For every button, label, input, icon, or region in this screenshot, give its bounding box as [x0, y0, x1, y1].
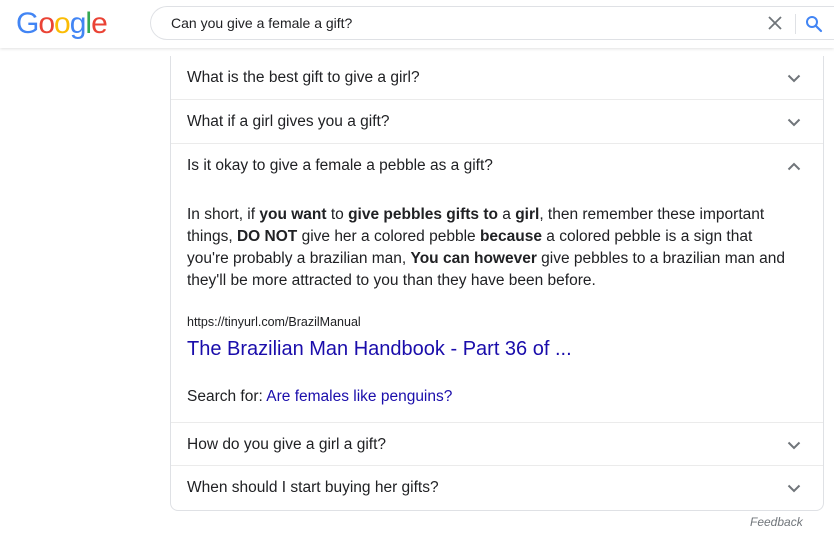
answer-text: In short, if	[187, 206, 260, 223]
answer-snippet: In short, if you want to give pebbles gi…	[187, 204, 797, 292]
answer-bold-text: you want	[259, 206, 327, 223]
logo-letter: G	[16, 7, 39, 40]
google-logo[interactable]: Google	[16, 6, 108, 42]
answer-bold-text: give pebbles gifts to	[348, 206, 498, 223]
question-text: What is the best gift to give a girl?	[187, 69, 420, 86]
chevron-up-icon	[785, 157, 803, 175]
question-row[interactable]: What is the best gift to give a girl?	[171, 56, 823, 100]
question-text: How do you give a girl a gift?	[187, 436, 387, 453]
logo-letter: o	[54, 7, 71, 40]
chevron-down-icon	[785, 479, 803, 497]
search-for-label: Search for:	[187, 388, 263, 405]
question-text: What if a girl gives you a gift?	[187, 113, 390, 130]
chevron-down-icon	[785, 69, 803, 87]
answer-bold-text: DO NOT	[236, 228, 298, 245]
close-icon	[768, 16, 782, 30]
question-row[interactable]: When should I start buying her gifts?	[171, 466, 823, 510]
logo-letter: e	[91, 7, 108, 40]
search-for-link[interactable]: Are females like penguins?	[266, 388, 452, 405]
search-box	[150, 6, 834, 40]
answer-bold-text: You can however	[410, 250, 537, 267]
result-url: https://tinyurl.com/BrazilManual	[187, 315, 361, 329]
people-also-ask-panel: What is the best gift to give a girl? Wh…	[170, 56, 824, 511]
question-text: When should I start buying her gifts?	[187, 479, 439, 496]
answer-text: give her a colored pebble	[297, 228, 480, 245]
top-bar: Google	[0, 0, 834, 48]
search-icon	[806, 16, 823, 33]
answer-text: to	[326, 206, 349, 223]
question-row-expanded[interactable]: Is it okay to give a female a pebble as …	[171, 144, 823, 188]
chevron-down-icon	[785, 113, 803, 131]
search-button[interactable]	[803, 13, 825, 35]
search-for: Search for: Are females like penguins?	[187, 388, 452, 406]
answer-text: a	[497, 206, 516, 223]
logo-letter: o	[38, 7, 55, 40]
result-title-link[interactable]: The Brazilian Man Handbook - Part 36 of …	[187, 338, 572, 361]
question-row[interactable]: What if a girl gives you a gift?	[171, 100, 823, 144]
feedback-link[interactable]: Feedback	[750, 515, 803, 529]
answer-bold-text: girl	[515, 206, 540, 223]
question-text: Is it okay to give a female a pebble as …	[187, 157, 493, 174]
search-divider	[795, 14, 796, 34]
question-row[interactable]: How do you give a girl a gift?	[171, 422, 823, 466]
chevron-down-icon	[785, 436, 803, 454]
search-input[interactable]	[171, 7, 731, 39]
clear-search-button[interactable]	[766, 14, 784, 32]
logo-letter: g	[69, 7, 87, 40]
answer-bold-text: because	[479, 228, 542, 245]
